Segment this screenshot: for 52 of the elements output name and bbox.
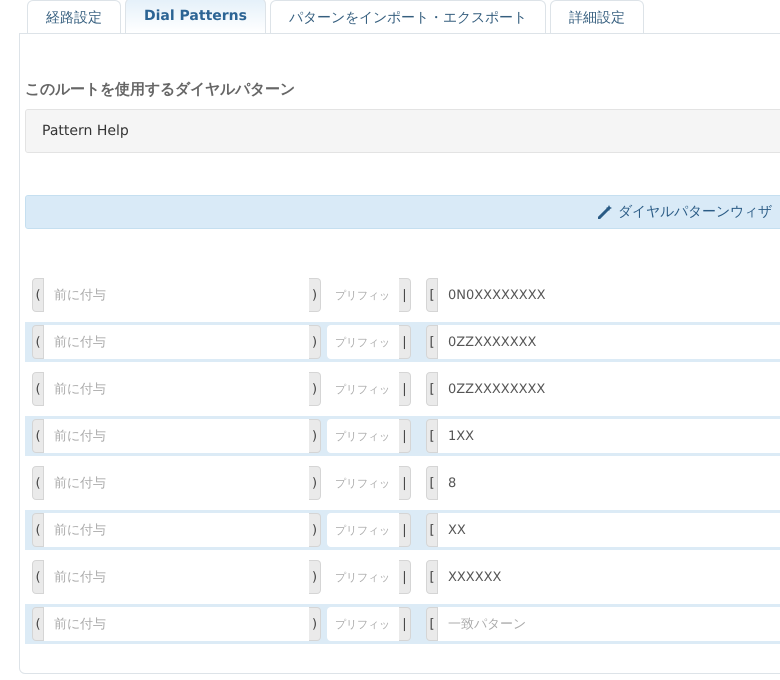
prepend-field[interactable]: 前に付与	[44, 513, 309, 547]
input-addon: [	[426, 325, 438, 359]
prefix-field[interactable]: プリフィッ	[327, 607, 399, 641]
input-addon: (	[32, 513, 44, 547]
input-addon: )	[309, 325, 321, 359]
input-addon: [	[426, 278, 438, 312]
match-pattern-field[interactable]: 1XX	[438, 419, 780, 453]
input-addon: |	[399, 513, 411, 547]
input-addon: )	[309, 607, 321, 641]
input-addon: (	[32, 560, 44, 594]
wizard-button[interactable]: ダイヤルパターンウィザ	[25, 195, 780, 229]
input-addon: [	[426, 560, 438, 594]
tab[interactable]: 詳細設定	[550, 0, 644, 33]
input-addon: |	[399, 372, 411, 406]
tab[interactable]: パターンをインポート・エクスポート	[270, 0, 546, 33]
input-addon: )	[309, 419, 321, 453]
input-addon: (	[32, 278, 44, 312]
input-addon: |	[399, 466, 411, 500]
input-addon: )	[309, 513, 321, 547]
match-pattern-field[interactable]: 0ZZXXXXXXX	[438, 325, 780, 359]
input-addon: |	[399, 278, 411, 312]
input-addon: (	[32, 419, 44, 453]
input-addon: |	[399, 419, 411, 453]
input-addon: |	[399, 607, 411, 641]
prefix-field[interactable]: プリフィッ	[327, 325, 399, 359]
input-addon: [	[426, 607, 438, 641]
input-addon: (	[32, 607, 44, 641]
input-addon: [	[426, 419, 438, 453]
input-addon: [	[426, 372, 438, 406]
input-addon: )	[309, 278, 321, 312]
input-addon: (	[32, 466, 44, 500]
prepend-field[interactable]: 前に付与	[44, 607, 309, 641]
match-pattern-field[interactable]: XX	[438, 513, 780, 547]
tab[interactable]: 経路設定	[27, 0, 121, 33]
prefix-field[interactable]: プリフィッ	[327, 513, 399, 547]
input-addon: )	[309, 560, 321, 594]
input-addon: |	[399, 325, 411, 359]
tab[interactable]: Dial Patterns	[125, 0, 266, 33]
prepend-field[interactable]: 前に付与	[44, 419, 309, 453]
prefix-field[interactable]: プリフィッ	[327, 419, 399, 453]
match-pattern-field[interactable]: 一致パターン	[438, 607, 780, 641]
input-addon: [	[426, 513, 438, 547]
wand-icon	[598, 205, 612, 219]
section-heading: このルートを使用するダイヤルパターン	[25, 80, 296, 99]
pattern-help-bar[interactable]: Pattern Help	[25, 109, 780, 153]
input-addon: [	[426, 466, 438, 500]
input-addon: (	[32, 325, 44, 359]
input-addon: )	[309, 466, 321, 500]
prepend-field[interactable]: 前に付与	[44, 325, 309, 359]
input-addon: (	[32, 372, 44, 406]
input-addon: )	[309, 372, 321, 406]
input-addon: |	[399, 560, 411, 594]
